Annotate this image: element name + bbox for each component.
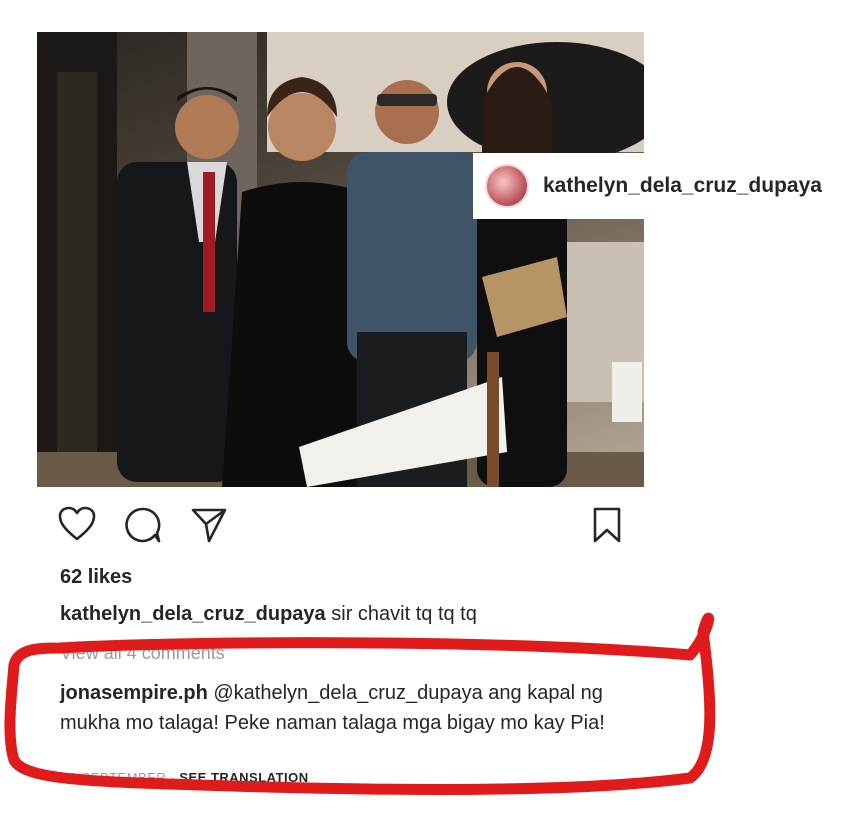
comment-date: 19 SEPTEMBER xyxy=(62,770,167,782)
likes-count[interactable]: 62 likes xyxy=(60,566,132,589)
avatar xyxy=(485,164,529,208)
view-all-comments-link[interactable]: View all 4 comments xyxy=(60,643,225,663)
see-translation-link[interactable]: SEE TRANSLATION xyxy=(179,770,308,782)
caption-text: sir chavit tq tq tq xyxy=(325,603,477,625)
caption: kathelyn_dela_cruz_dupaya sir chavit tq … xyxy=(60,603,477,626)
bookmark-icon[interactable] xyxy=(592,506,622,549)
user-tag[interactable]: kathelyn_dela_cruz_dupaya xyxy=(473,153,854,219)
meta-separator: · xyxy=(166,770,180,782)
comment-meta: 19 SEPTEMBER · SEE TRANSLATION xyxy=(62,770,309,782)
action-bar xyxy=(58,506,628,550)
post-photo[interactable] xyxy=(37,32,644,487)
comment-username[interactable]: jonasempire.ph xyxy=(60,682,208,704)
heart-icon[interactable] xyxy=(58,506,96,547)
tagged-username: kathelyn_dela_cruz_dupaya xyxy=(543,174,822,197)
share-icon[interactable] xyxy=(190,506,228,549)
comment-icon[interactable] xyxy=(124,506,162,549)
caption-username[interactable]: kathelyn_dela_cruz_dupaya xyxy=(60,603,326,625)
comment: jonasempire.ph @kathelyn_dela_cruz_dupay… xyxy=(60,678,660,738)
